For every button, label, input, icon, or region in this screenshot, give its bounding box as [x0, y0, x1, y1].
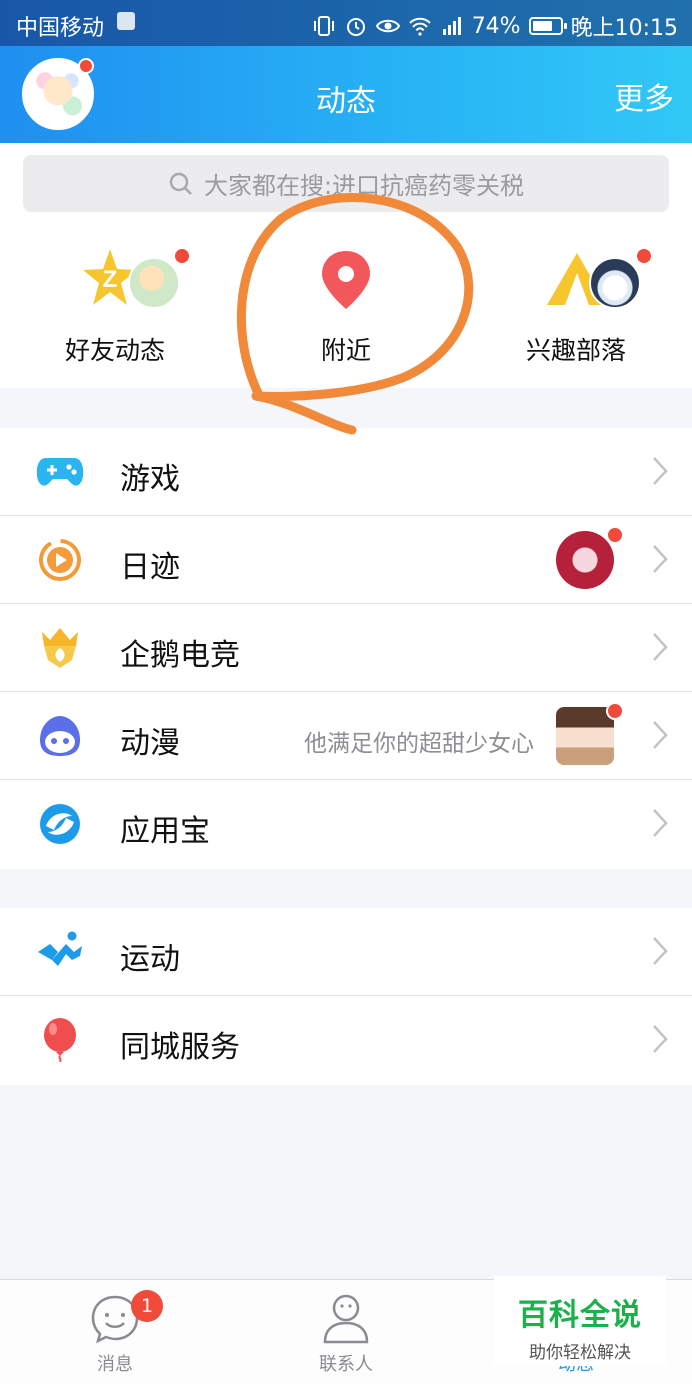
list-item-label: 运动	[120, 942, 180, 977]
tab-contacts[interactable]: 联系人	[231, 1280, 461, 1384]
quick-item-nearby[interactable]: 附近	[231, 225, 461, 388]
header: 动态 更多	[0, 46, 692, 143]
list-item-label: 企鹅电竞	[120, 638, 240, 673]
quick-item-interest-tribe[interactable]: 兴趣部落	[461, 225, 691, 388]
top-bar: 中国移动 74% 晚上10:15 动态 更多	[0, 0, 692, 143]
eye-icon	[375, 19, 400, 33]
notification-icon	[117, 12, 135, 30]
search-icon	[169, 172, 192, 195]
alarm-icon	[346, 18, 365, 36]
tribe-avatar	[589, 257, 641, 309]
battery-fill	[532, 21, 552, 31]
tribe-red-dot	[635, 247, 653, 265]
gamepad-icon	[36, 458, 84, 486]
menu-group-secondary: 运动 同城服务	[0, 908, 692, 1085]
crown-shield-icon	[42, 628, 78, 668]
anime-face-icon	[40, 716, 80, 756]
quick-entries: Z 好友动态 附近 兴趣部落	[0, 225, 692, 388]
list-item-label: 游戏	[120, 462, 180, 497]
tab-messages[interactable]: 1 消息	[0, 1280, 230, 1384]
list-item-daily-trace[interactable]: 日迹	[0, 516, 692, 604]
clock: 晚上10:15	[570, 16, 678, 41]
wifi-icon	[408, 17, 431, 36]
list-item-anime[interactable]: 动漫 他满足你的超甜少女心	[0, 692, 692, 780]
list-item-label: 动漫	[120, 726, 180, 761]
watermark-title: 百科全说	[518, 1298, 642, 1333]
search-placeholder: 大家都在搜:进口抗癌药零关税	[203, 172, 525, 200]
watermark-subtitle: 助你轻松解决	[529, 1343, 631, 1363]
quick-item-label: 附近	[320, 336, 371, 365]
avatar-red-dot	[78, 58, 94, 74]
friends-red-dot	[173, 247, 191, 265]
app-store-icon	[40, 804, 80, 844]
running-icon	[38, 931, 82, 966]
chevron-right-icon	[653, 937, 668, 965]
menu-group-primary: 游戏 日迹 企鹅电竞 动漫 他满足你的超甜少女心 应用宝	[0, 428, 692, 869]
battery-icon	[528, 17, 567, 35]
more-button[interactable]: 更多	[614, 74, 674, 118]
chevron-right-icon	[653, 809, 668, 837]
carrier-label: 中国移动	[16, 16, 105, 41]
quick-item-friends-feed[interactable]: Z 好友动态	[0, 225, 230, 388]
signal-icon	[442, 17, 461, 35]
location-pin-icon	[322, 251, 370, 309]
battery-percent: 74%	[471, 13, 521, 39]
list-item-game[interactable]: 游戏	[0, 428, 692, 516]
balloon-icon	[44, 1018, 76, 1062]
list-item-esports[interactable]: 企鹅电竞	[0, 604, 692, 692]
anime-red-dot	[606, 702, 624, 720]
message-count-badge: 1	[131, 1290, 163, 1322]
daily-trace-thumbnail	[556, 531, 614, 589]
chevron-right-icon	[653, 457, 668, 485]
chevron-right-icon	[653, 721, 668, 749]
status-right: 74% 晚上10:15	[312, 10, 678, 42]
svg-text:Z: Z	[103, 266, 118, 293]
quick-item-label: 兴趣部落	[525, 336, 626, 365]
tab-label: 联系人	[319, 1354, 373, 1375]
anime-thumbnail	[556, 707, 614, 765]
anime-promo-text: 他满足你的超甜少女心	[304, 731, 534, 757]
list-item-sports[interactable]: 运动	[0, 908, 692, 996]
search-section: 大家都在搜:进口抗癌药零关税	[0, 143, 692, 225]
list-item-app-store[interactable]: 应用宝	[0, 780, 692, 868]
friend-avatar	[128, 257, 180, 309]
list-item-city-service[interactable]: 同城服务	[0, 996, 692, 1084]
person-icon	[323, 1294, 369, 1344]
vibrate-icon	[313, 16, 334, 36]
page-title: 动态	[316, 84, 376, 119]
daily-trace-red-dot	[606, 526, 624, 544]
watermark: 百科全说 助你轻松解决	[494, 1276, 666, 1366]
play-circle-icon	[39, 539, 81, 581]
list-item-label: 同城服务	[120, 1030, 240, 1065]
list-item-label: 日迹	[120, 550, 180, 585]
status-bar: 中国移动 74% 晚上10:15	[0, 0, 692, 46]
quick-item-label: 好友动态	[64, 336, 165, 365]
chevron-right-icon	[653, 633, 668, 661]
list-item-label: 应用宝	[120, 814, 210, 849]
search-input[interactable]: 大家都在搜:进口抗癌药零关税	[23, 155, 669, 212]
chevron-right-icon	[653, 545, 668, 573]
tab-label: 消息	[97, 1354, 133, 1375]
chevron-right-icon	[653, 1025, 668, 1053]
